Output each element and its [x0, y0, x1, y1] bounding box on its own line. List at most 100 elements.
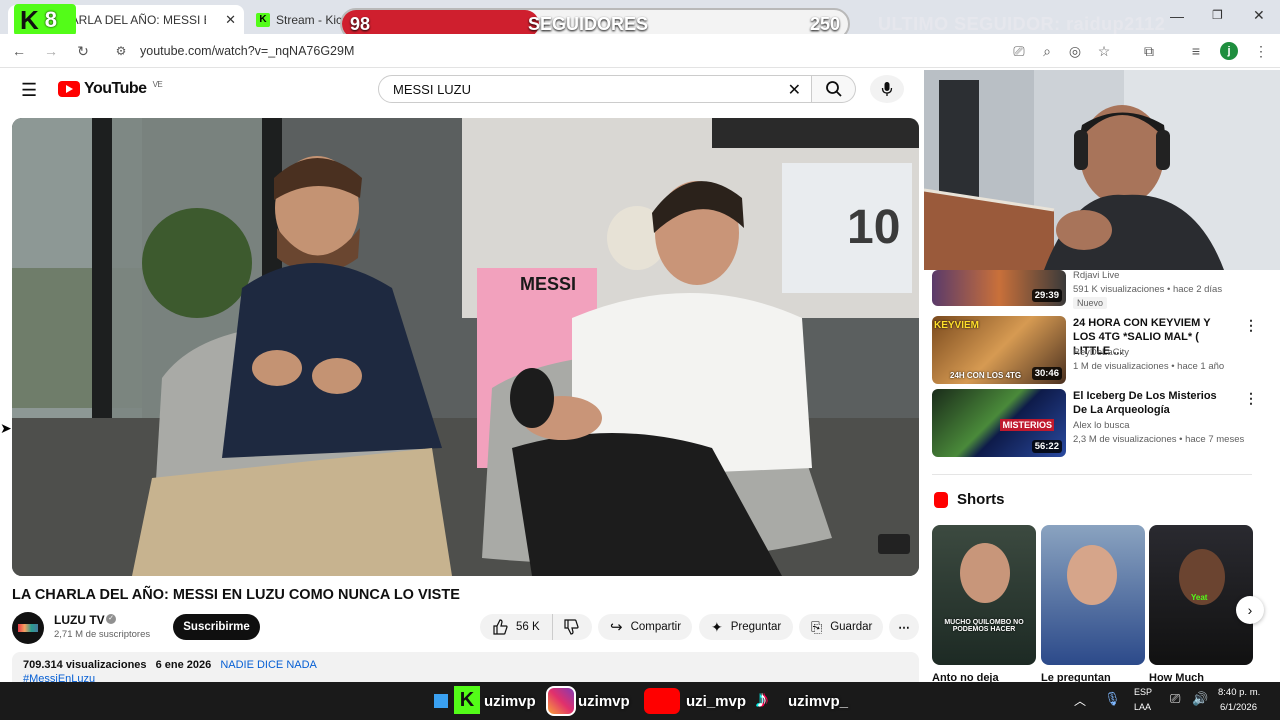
related-channel[interactable]: Alex lo busca	[1073, 420, 1130, 431]
video-player[interactable]: 10 MESSI	[12, 118, 919, 576]
short-1[interactable]: MUCHO QUILOMBO NO PODEMOS HACER	[932, 525, 1036, 665]
short-3[interactable]: Yeat	[1149, 525, 1253, 665]
extensions-icon[interactable]: ⧉	[1140, 42, 1158, 60]
profile-avatar[interactable]: j	[1220, 42, 1238, 60]
like-count: 56 K	[516, 621, 540, 633]
hamburger-menu-icon[interactable]: ☰	[21, 80, 37, 101]
microphone-tray-icon[interactable]: 🎙	[1104, 691, 1121, 707]
voice-search-button[interactable]	[870, 75, 904, 103]
more-actions-button[interactable]: ⋯	[889, 614, 919, 640]
bookmark-icon: ⎘	[811, 618, 823, 635]
kick-taskbar-icon[interactable]: K	[454, 686, 480, 714]
jersey-number-back: 10	[847, 201, 900, 254]
input-language[interactable]: ESP	[1134, 687, 1152, 697]
related-channel[interactable]: ReyDeLaCity	[1073, 347, 1129, 358]
reload-icon[interactable]: ↻	[74, 42, 92, 60]
minimize-icon[interactable]: —	[1170, 8, 1184, 24]
tab-label: Stream - Kick	[276, 12, 344, 27]
ask-button[interactable]: ✦ Preguntar	[699, 614, 793, 640]
handle-kick: uzimvp	[484, 693, 536, 710]
input-language-region: LAA	[1134, 702, 1152, 712]
handle-tiktok: uzimvp_	[788, 693, 849, 710]
related-channel[interactable]: Rdjavi Live	[1073, 270, 1119, 281]
youtube-play-icon	[58, 81, 80, 97]
luzu-logo-icon	[18, 624, 38, 632]
channel-name[interactable]: LUZU TV	[54, 613, 105, 627]
instagram-icon[interactable]	[546, 686, 576, 716]
thumb-title-text: KEYVIEM	[934, 320, 980, 331]
short-face	[1067, 545, 1117, 605]
related-thumb-2[interactable]: KEYVIEM 24H CON LOS 4TG 30:46	[932, 316, 1066, 384]
address-bar[interactable]: youtube.com/watch?v=_nqNA76G29M	[108, 40, 988, 62]
duration-badge: 29:39	[1031, 289, 1062, 302]
eye-off-icon[interactable]: ◎	[1066, 42, 1084, 60]
short-2[interactable]	[1041, 525, 1145, 665]
forward-icon[interactable]: →	[42, 42, 60, 60]
streamer-webcam	[924, 70, 1280, 270]
close-window-icon[interactable]: ✕	[1253, 7, 1265, 24]
share-button[interactable]: ↪ Compartir	[598, 614, 692, 640]
related-title[interactable]: El Iceberg De Los Misterios De La Arqueo…	[1073, 389, 1233, 417]
channel-avatar[interactable]	[12, 612, 44, 644]
share-icon: ↪	[610, 619, 623, 636]
back-icon[interactable]: ←	[10, 42, 28, 60]
video-frame: 10 MESSI	[12, 118, 919, 576]
thumb-sub-text: 24H CON LOS 4TG	[950, 371, 1022, 380]
save-label: Guardar	[830, 621, 873, 633]
shorts-next-button[interactable]: ›	[1236, 596, 1264, 624]
followers-label: SEGUIDORES	[528, 14, 649, 34]
short-caption: MUCHO QUILOMBO NO PODEMOS HACER	[944, 619, 1024, 633]
related-thumb-1[interactable]: 29:39	[932, 270, 1066, 306]
related-thumb-3[interactable]: MISTERIOS 56:22	[932, 389, 1066, 457]
save-button[interactable]: ⎘ Guardar	[799, 614, 883, 640]
microphone-icon	[881, 82, 893, 96]
subscriber-count: 2,71 M de suscriptores	[54, 629, 151, 640]
clear-search-icon[interactable]: ✕	[788, 80, 801, 100]
windows-start-icon[interactable]	[434, 694, 448, 708]
clock-date: 6/1/2026	[1220, 702, 1257, 713]
browser-menu-icon[interactable]: ⋮	[1252, 42, 1270, 60]
bookmark-star-icon[interactable]: ☆	[1095, 42, 1113, 60]
youtube-logo-text: YouTube	[84, 80, 147, 97]
new-badge: Nuevo	[1073, 297, 1108, 309]
related-menu-icon[interactable]: ⋮	[1244, 390, 1258, 407]
tab-kick[interactable]: K Stream - Kick	[248, 5, 344, 34]
share-label: Compartir	[630, 621, 682, 633]
close-tab-icon[interactable]: ✕	[225, 12, 236, 28]
tiktok-icon[interactable]: ♪	[756, 686, 768, 714]
related-meta: 2,3 M de visualizaciones • hace 7 meses	[1073, 434, 1245, 445]
thumbs-up-icon	[493, 619, 508, 635]
search-button[interactable]	[812, 75, 856, 103]
shorts-heading: Shorts	[957, 491, 1005, 508]
search-icon	[825, 81, 842, 97]
short-caption: Yeat	[1191, 593, 1208, 602]
mouse-cursor-icon: ➤	[0, 420, 12, 436]
search-value: MESSI LUZU	[393, 81, 472, 97]
restore-icon[interactable]: ❐	[1212, 8, 1223, 22]
volume-icon[interactable]: 🔊	[1192, 691, 1208, 707]
luzu-watermark-icon	[878, 534, 910, 554]
subscribe-button[interactable]: Suscribirme	[173, 614, 260, 640]
network-icon[interactable]: ⎚	[1170, 691, 1180, 707]
like-button[interactable]: 56 K	[480, 614, 552, 640]
clock-time[interactable]: 8:40 p. m.	[1218, 687, 1260, 698]
youtube-logo[interactable]: YouTube VE	[58, 80, 163, 98]
sidebar-divider	[932, 474, 1252, 475]
handle-instagram: uzimvp	[578, 693, 630, 710]
dislike-button[interactable]	[552, 614, 592, 640]
related-menu-icon[interactable]: ⋮	[1244, 317, 1258, 334]
follower-goal: 250	[809, 14, 840, 34]
related-meta: 591 K visualizaciones • hace 2 días	[1073, 284, 1223, 295]
jersey-name: MESSI	[520, 274, 576, 294]
thumb-title-text: MISTERIOS	[1000, 419, 1054, 431]
hashtag-link[interactable]: NADIE DICE NADA	[220, 659, 317, 671]
ask-label: Preguntar	[730, 621, 782, 633]
youtube-taskbar-icon[interactable]	[644, 688, 680, 714]
cast-icon[interactable]: ⎚	[1010, 42, 1028, 60]
media-queue-icon[interactable]: ≡	[1187, 42, 1205, 60]
search-input[interactable]: MESSI LUZU ✕	[378, 75, 812, 103]
video-title: LA CHARLA DEL AÑO: MESSI EN LUZU COMO NU…	[12, 587, 460, 603]
kick-logo-badge: K8	[14, 4, 76, 36]
zoom-icon[interactable]: ⌕	[1038, 42, 1056, 60]
chevron-up-icon[interactable]: ︿	[1074, 692, 1086, 709]
